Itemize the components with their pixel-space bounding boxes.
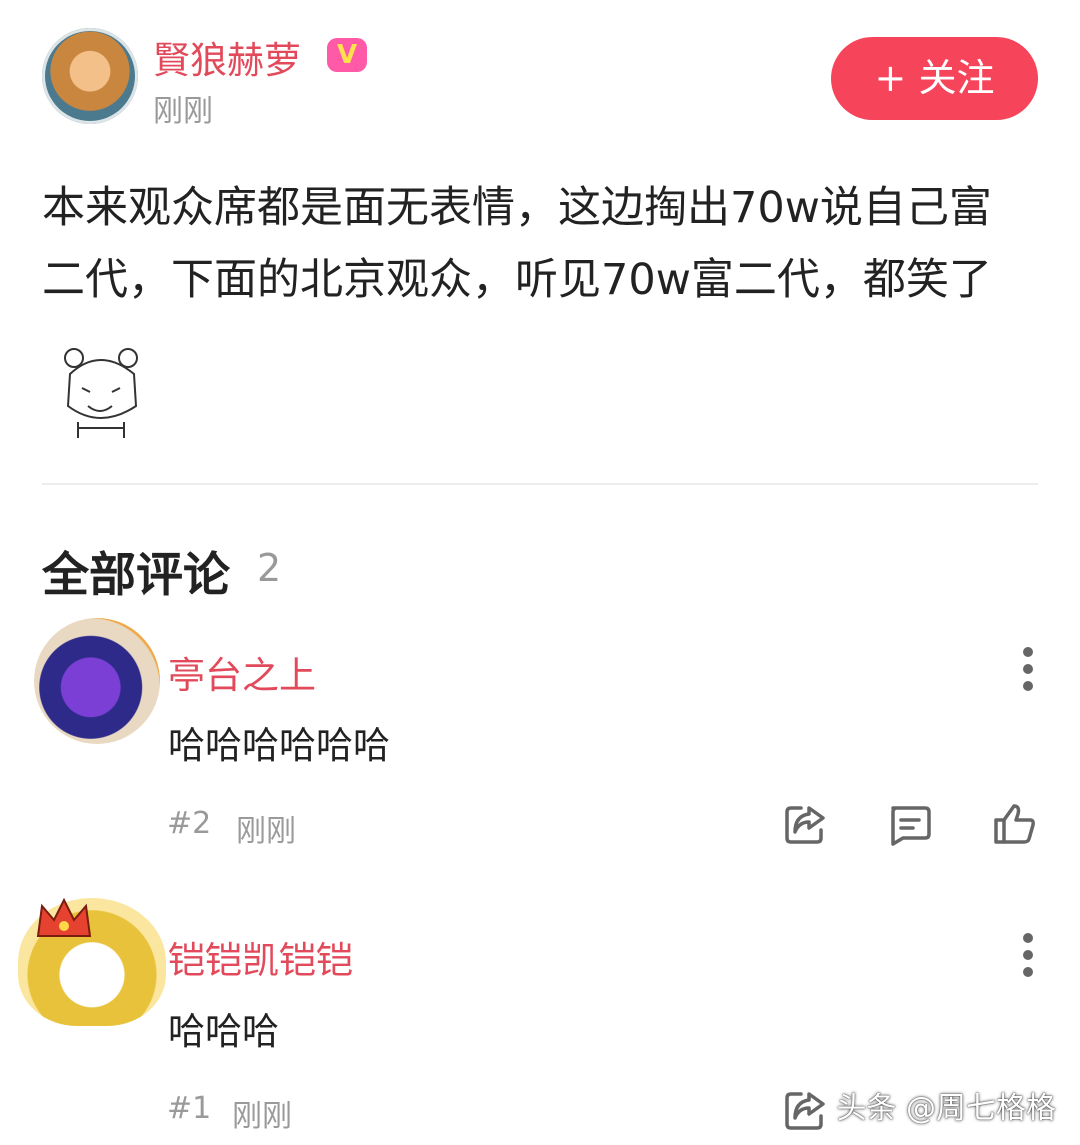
comments-count: 2: [257, 546, 282, 590]
comment-username[interactable]: 铠铠凯铠铠: [168, 930, 353, 984]
author-name[interactable]: 賢狼赫萝: [153, 30, 301, 84]
comment-text: 哈哈哈哈哈哈: [168, 724, 390, 767]
post-time: 刚刚: [153, 94, 213, 129]
post-text: 本来观众席都是面无表情，这边掏出70w说自己富二代，下面的北京观众，听见70w富…: [42, 183, 992, 305]
divider: [42, 483, 1038, 485]
comment-icon[interactable]: [885, 800, 933, 848]
comment-text: 哈哈哈: [168, 1010, 279, 1053]
share-icon[interactable]: [781, 800, 829, 848]
comment-floor: #2: [167, 806, 212, 841]
follow-button[interactable]: + 关注: [831, 37, 1038, 120]
share-icon[interactable]: [781, 1086, 829, 1134]
more-vertical-icon[interactable]: [1020, 932, 1036, 978]
crown-icon: [36, 897, 92, 937]
comment-avatar[interactable]: [34, 618, 160, 744]
watermark: 头条 @周七格格: [836, 1091, 1056, 1126]
sticker-image: [48, 344, 152, 438]
author-avatar[interactable]: [42, 28, 138, 124]
more-vertical-icon[interactable]: [1020, 646, 1036, 692]
comment-floor: #1: [167, 1091, 212, 1126]
comments-title: 全部评论: [42, 548, 230, 603]
comment-time: 刚刚: [236, 814, 296, 849]
comment-username[interactable]: 亭台之上: [168, 645, 316, 699]
vip-badge-icon: V: [327, 38, 367, 72]
comment-time: 刚刚: [232, 1099, 292, 1134]
like-icon[interactable]: [990, 800, 1038, 848]
